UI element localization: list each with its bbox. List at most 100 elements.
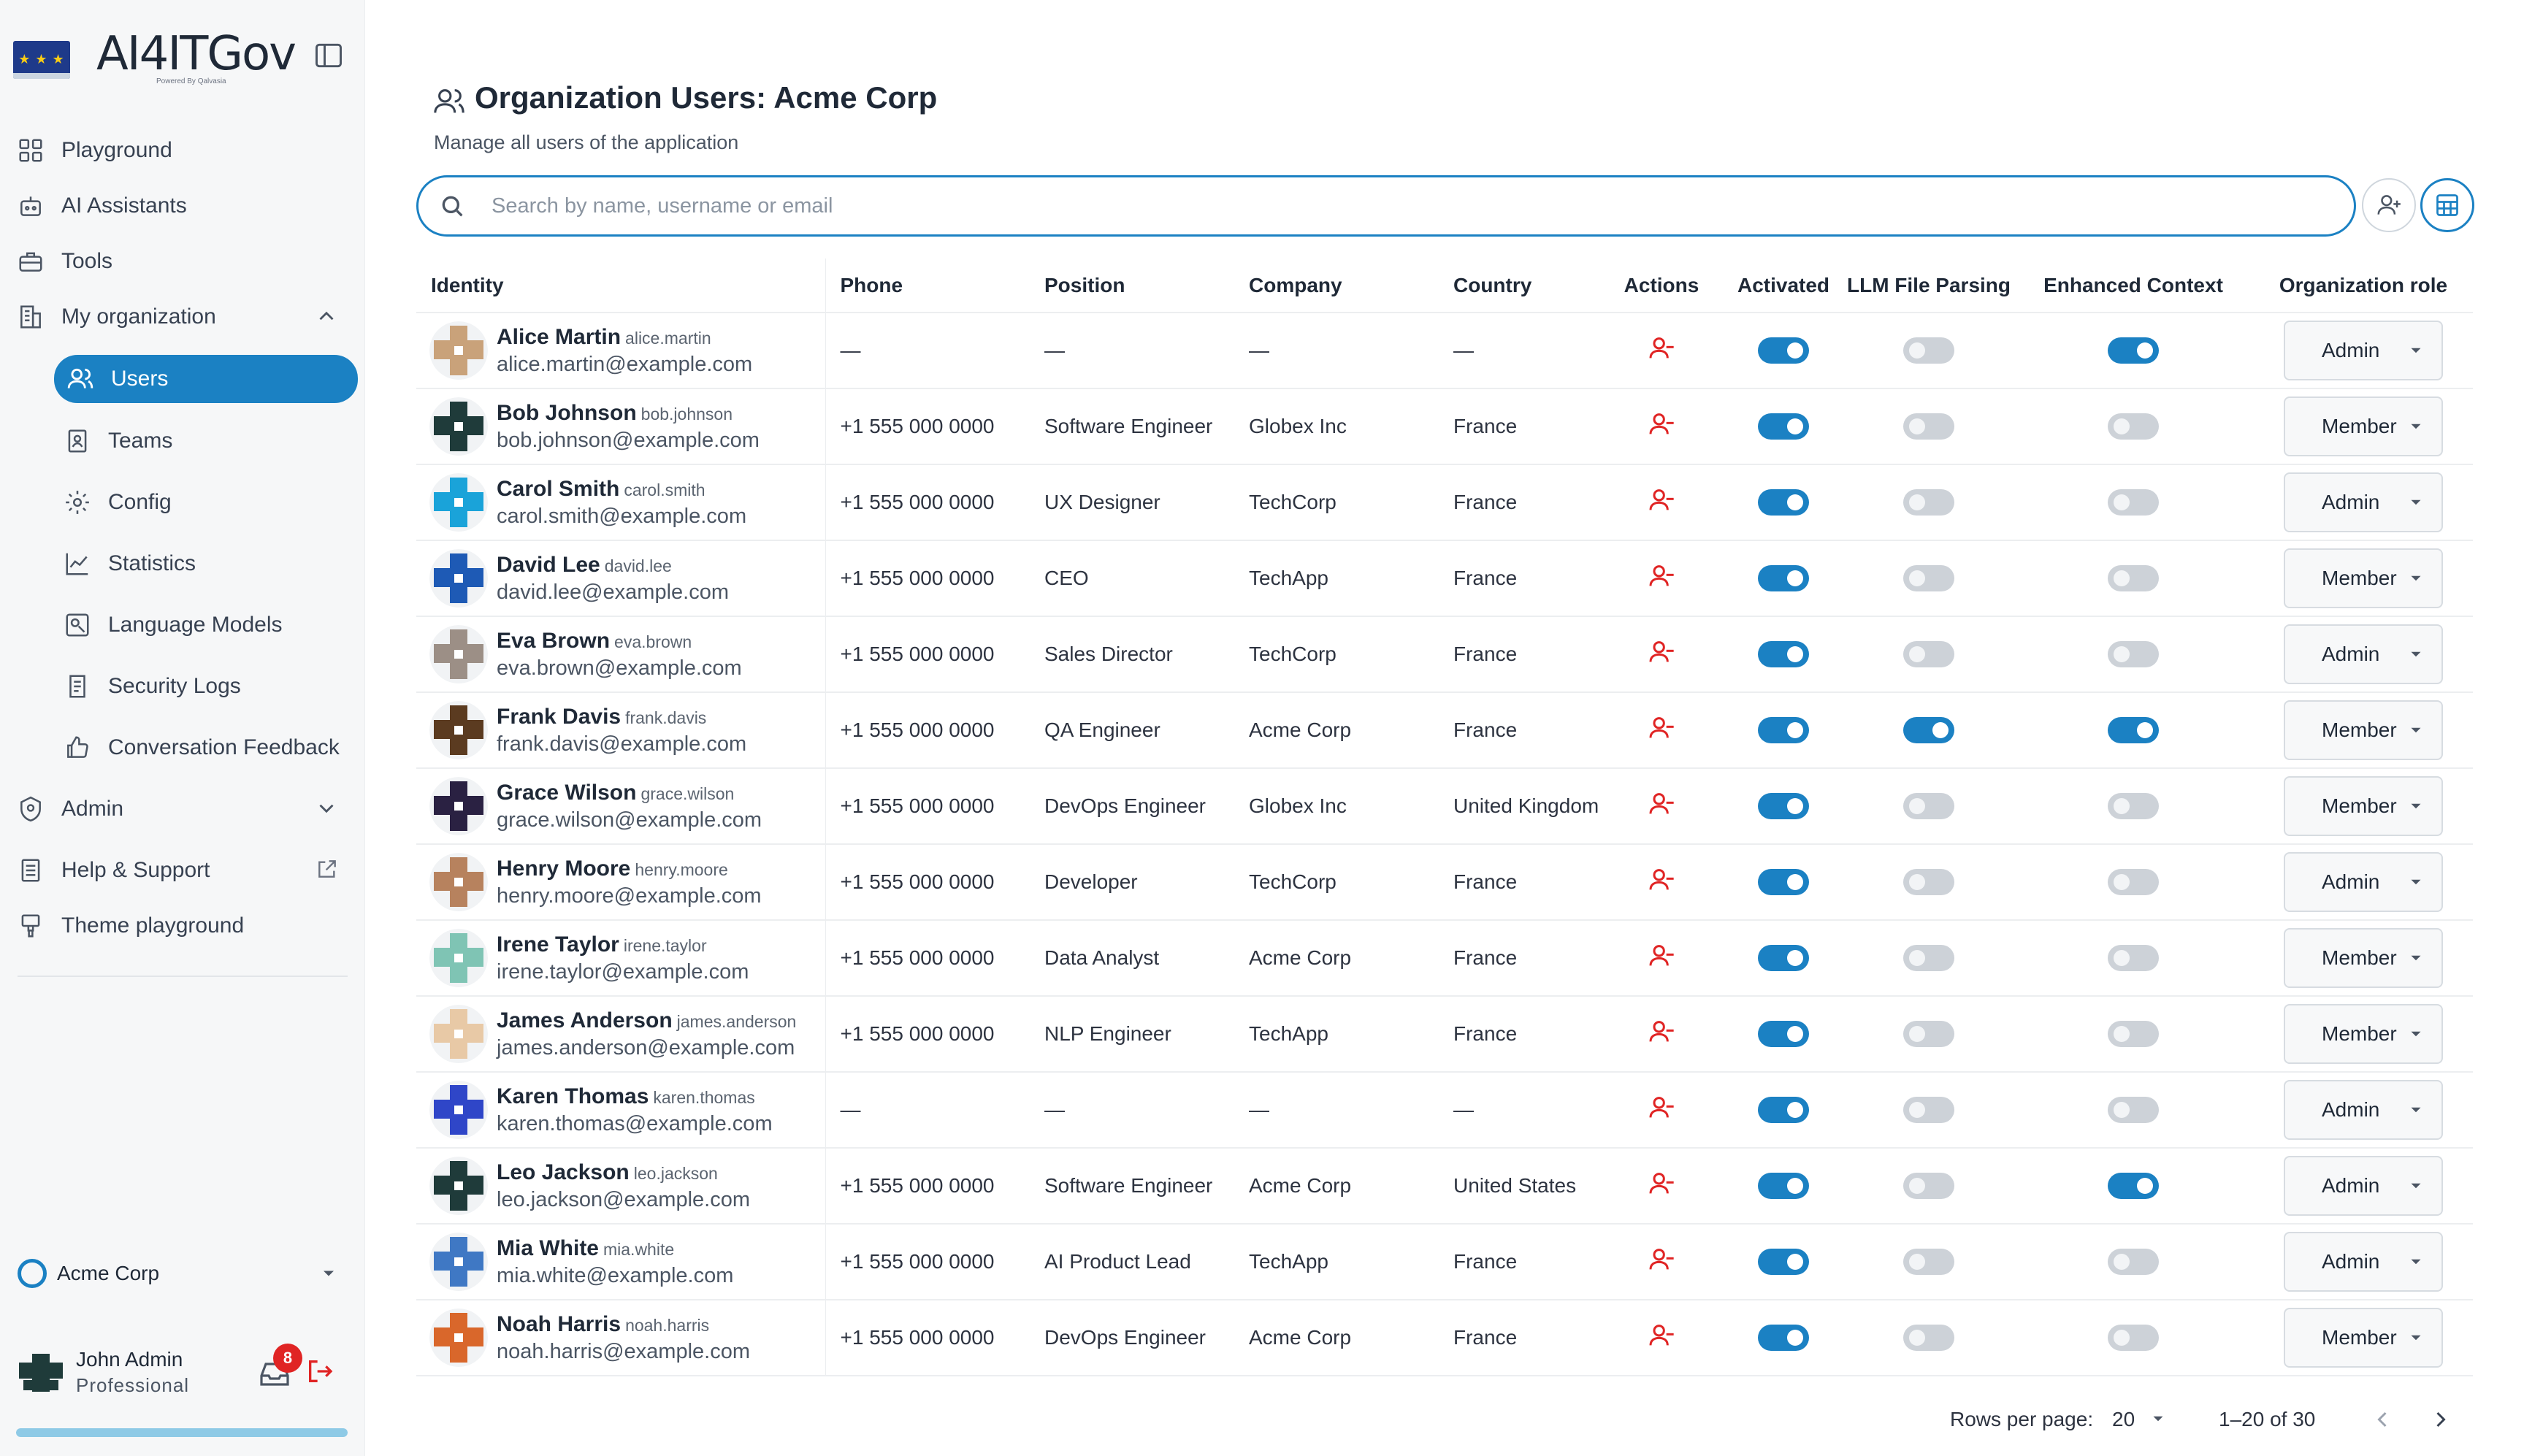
enhanced-context-toggle[interactable] — [2108, 1097, 2159, 1123]
activated-toggle[interactable] — [1758, 489, 1809, 516]
role-select[interactable]: Member — [2284, 776, 2443, 836]
activated-toggle[interactable] — [1758, 565, 1809, 591]
activated-toggle[interactable] — [1758, 945, 1809, 971]
add-user-button[interactable] — [2362, 178, 2416, 232]
llm-file-parsing-toggle[interactable] — [1903, 1021, 1954, 1047]
remove-user-button[interactable] — [1647, 868, 1676, 899]
llm-file-parsing-toggle[interactable] — [1903, 337, 1954, 364]
sidebar-item-ai-assistants[interactable]: AI Assistants — [15, 184, 358, 228]
rows-per-page-select[interactable]: 20 — [2112, 1408, 2135, 1431]
role-select[interactable]: Member — [2284, 1004, 2443, 1064]
sidebar-item-help-support[interactable]: Help & Support — [15, 848, 358, 892]
role-select[interactable]: Member — [2284, 700, 2443, 760]
logout-button[interactable] — [305, 1357, 340, 1392]
enhanced-context-toggle[interactable] — [2108, 1173, 2159, 1199]
enhanced-context-toggle[interactable] — [2108, 489, 2159, 516]
sidebar-item-playground[interactable]: Playground — [15, 129, 358, 172]
remove-user-button[interactable] — [1647, 564, 1676, 595]
role-select[interactable]: Admin — [2284, 1156, 2443, 1216]
sidebar-item-theme-playground[interactable]: Theme playground — [15, 904, 358, 948]
enhanced-context-toggle[interactable] — [2108, 565, 2159, 591]
role-select[interactable]: Admin — [2284, 1232, 2443, 1292]
enhanced-context-toggle[interactable] — [2108, 641, 2159, 667]
enhanced-context-toggle[interactable] — [2108, 1021, 2159, 1047]
sidebar-item-users[interactable]: Users — [54, 355, 358, 403]
sidebar-item-conversation-feedback[interactable]: Conversation Feedback — [61, 726, 353, 770]
sidebar-item-security-logs[interactable]: Security Logs — [61, 664, 353, 708]
remove-user-button[interactable] — [1647, 413, 1676, 443]
sidebar-item-teams[interactable]: Teams — [61, 419, 353, 463]
role-select[interactable]: Admin — [2284, 472, 2443, 532]
activated-toggle[interactable] — [1758, 1097, 1809, 1123]
activated-toggle[interactable] — [1758, 1173, 1809, 1199]
activated-toggle[interactable] — [1758, 1249, 1809, 1275]
enhanced-context-toggle[interactable] — [2108, 1325, 2159, 1351]
activated-toggle[interactable] — [1758, 337, 1809, 364]
role-select[interactable]: Admin — [2284, 1080, 2443, 1140]
sidebar-item-config[interactable]: Config — [61, 480, 353, 524]
column-header-phone[interactable]: Phone — [825, 258, 1030, 313]
organization-select[interactable]: Acme Corp — [18, 1253, 348, 1294]
column-header-enhanced-context[interactable]: Enhanced Context — [2013, 258, 2254, 313]
remove-user-button[interactable] — [1647, 640, 1676, 671]
activated-toggle[interactable] — [1758, 1325, 1809, 1351]
column-header-llm-file-parsing[interactable]: LLM File Parsing — [1845, 258, 2013, 313]
remove-user-button[interactable] — [1647, 337, 1676, 367]
activated-toggle[interactable] — [1758, 1021, 1809, 1047]
enhanced-context-toggle[interactable] — [2108, 337, 2159, 364]
role-select[interactable]: Member — [2284, 548, 2443, 608]
remove-user-button[interactable] — [1647, 488, 1676, 519]
caret-down-icon[interactable] — [2149, 1409, 2168, 1433]
column-header-organization-role[interactable]: Organization role — [2254, 258, 2473, 313]
column-header-position[interactable]: Position — [1030, 258, 1234, 313]
remove-user-button[interactable] — [1647, 1172, 1676, 1203]
role-select[interactable]: Member — [2284, 396, 2443, 456]
activated-toggle[interactable] — [1758, 793, 1809, 819]
column-header-identity[interactable]: Identity — [416, 258, 826, 313]
column-header-activated[interactable]: Activated — [1722, 258, 1845, 313]
llm-file-parsing-toggle[interactable] — [1903, 793, 1954, 819]
role-select[interactable]: Member — [2284, 928, 2443, 988]
enhanced-context-toggle[interactable] — [2108, 869, 2159, 895]
enhanced-context-toggle[interactable] — [2108, 413, 2159, 440]
role-select[interactable]: Admin — [2284, 852, 2443, 912]
sidebar-item-statistics[interactable]: Statistics — [61, 542, 353, 586]
sidebar-item-language-models[interactable]: Language Models — [61, 603, 353, 647]
llm-file-parsing-toggle[interactable] — [1903, 869, 1954, 895]
llm-file-parsing-toggle[interactable] — [1903, 1325, 1954, 1351]
role-select[interactable]: Admin — [2284, 624, 2443, 684]
llm-file-parsing-toggle[interactable] — [1903, 945, 1954, 971]
enhanced-context-toggle[interactable] — [2108, 793, 2159, 819]
llm-file-parsing-toggle[interactable] — [1903, 1097, 1954, 1123]
enhanced-context-toggle[interactable] — [2108, 1249, 2159, 1275]
sidebar-item-tools[interactable]: Tools — [15, 240, 358, 283]
remove-user-button[interactable] — [1647, 1096, 1676, 1127]
avatar[interactable] — [16, 1351, 66, 1395]
activated-toggle[interactable] — [1758, 641, 1809, 667]
remove-user-button[interactable] — [1647, 792, 1676, 823]
activated-toggle[interactable] — [1758, 413, 1809, 440]
llm-file-parsing-toggle[interactable] — [1903, 1249, 1954, 1275]
enhanced-context-toggle[interactable] — [2108, 717, 2159, 743]
search-input[interactable] — [492, 194, 2244, 218]
role-select[interactable]: Admin — [2284, 321, 2443, 380]
remove-user-button[interactable] — [1647, 1020, 1676, 1051]
llm-file-parsing-toggle[interactable] — [1903, 565, 1954, 591]
llm-file-parsing-toggle[interactable] — [1903, 717, 1954, 743]
enhanced-context-toggle[interactable] — [2108, 945, 2159, 971]
next-page-button[interactable] — [2428, 1406, 2454, 1438]
previous-page-button[interactable] — [2369, 1406, 2395, 1438]
column-header-country[interactable]: Country — [1439, 258, 1601, 313]
activated-toggle[interactable] — [1758, 717, 1809, 743]
remove-user-button[interactable] — [1647, 1248, 1676, 1279]
llm-file-parsing-toggle[interactable] — [1903, 641, 1954, 667]
llm-file-parsing-toggle[interactable] — [1903, 1173, 1954, 1199]
sidebar-collapse-button[interactable] — [313, 39, 345, 72]
activated-toggle[interactable] — [1758, 869, 1809, 895]
remove-user-button[interactable] — [1647, 944, 1676, 975]
sidebar-item-my-organization[interactable]: My organization — [15, 295, 358, 339]
role-select[interactable]: Member — [2284, 1308, 2443, 1368]
remove-user-button[interactable] — [1647, 716, 1676, 747]
column-header-company[interactable]: Company — [1234, 258, 1439, 313]
llm-file-parsing-toggle[interactable] — [1903, 489, 1954, 516]
